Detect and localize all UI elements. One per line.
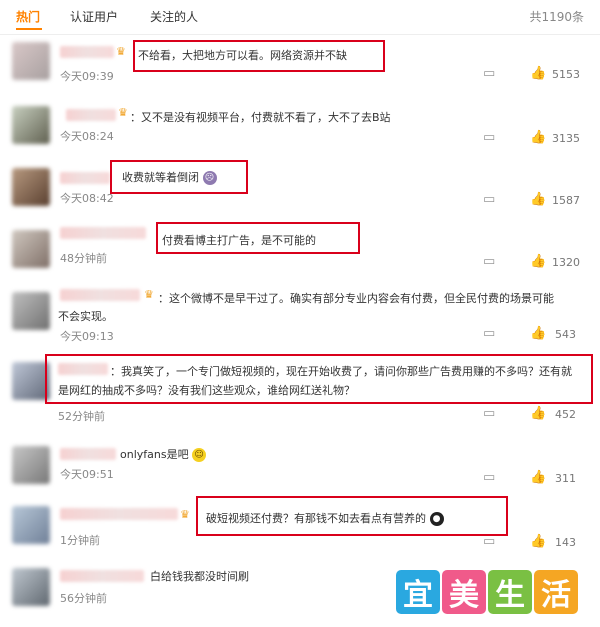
- highlight-box: [110, 160, 248, 194]
- like-count: 5153: [552, 68, 580, 81]
- comment-item: ♛ ：又不是没有视频平台，付费就不看了，大不了去B站 今天08:24 ▭ 👍 3…: [0, 100, 600, 160]
- comment-time: 今天08:42: [60, 192, 114, 205]
- comment-text: 白给钱我都没时间刷: [150, 570, 249, 583]
- username[interactable]: [66, 109, 116, 121]
- comment-item: onlyfans是吧 ☺ 今天09:51 ▭ 👍 311: [0, 440, 600, 500]
- like-count: 1320: [552, 256, 580, 269]
- like-count: 543: [555, 328, 576, 341]
- comment-item: ♛ ：这个微博不是早干过了。确实有部分专业内容会有付费，但全民付费的场景可能 不…: [0, 286, 600, 346]
- tab-hot-underline: [16, 28, 42, 30]
- reply-icon[interactable]: ▭: [483, 66, 495, 81]
- comment-time: 今天08:24: [60, 130, 114, 143]
- avatar[interactable]: [12, 168, 50, 206]
- watermark-logo: 宜 美 生 活: [396, 570, 578, 614]
- reply-icon[interactable]: ▭: [483, 326, 495, 341]
- like-icon[interactable]: 👍: [530, 326, 546, 341]
- username[interactable]: [60, 508, 178, 520]
- tab-hot[interactable]: 热门: [16, 8, 40, 25]
- like-icon[interactable]: 👍: [530, 254, 546, 269]
- avatar[interactable]: [12, 446, 50, 484]
- avatar[interactable]: [12, 292, 50, 330]
- comment-time: 48分钟前: [60, 252, 107, 265]
- comment-text: onlyfans是吧 ☺: [120, 446, 207, 462]
- vip-icon: ♛: [180, 508, 190, 521]
- highlight-box: [133, 40, 385, 72]
- comment-text-continued: 不会实现。: [58, 310, 113, 323]
- comment-item: 收费就等着倒闭 ☹ 今天08:42 ▭ 👍 1587: [0, 162, 600, 222]
- avatar[interactable]: [12, 568, 50, 606]
- like-count: 1587: [552, 194, 580, 207]
- avatar[interactable]: [12, 230, 50, 268]
- like-icon[interactable]: 👍: [530, 130, 546, 145]
- watermark-char: 活: [534, 570, 578, 614]
- like-count: 452: [555, 408, 576, 421]
- vip-icon: ♛: [118, 106, 128, 119]
- reply-icon[interactable]: ▭: [483, 470, 495, 485]
- like-icon[interactable]: 👍: [530, 534, 546, 549]
- highlight-box: [196, 496, 508, 536]
- like-icon[interactable]: 👍: [530, 192, 546, 207]
- vip-icon: ♛: [116, 45, 126, 58]
- avatar[interactable]: [12, 42, 50, 80]
- tab-following[interactable]: 关注的人: [150, 8, 198, 25]
- like-icon[interactable]: 👍: [530, 66, 546, 81]
- username[interactable]: [60, 227, 146, 239]
- reply-icon[interactable]: ▭: [483, 534, 495, 549]
- comment-time: 今天09:13: [60, 330, 114, 343]
- comment-tabs: 热门 认证用户 关注的人 共1190条: [0, 0, 600, 35]
- comment-text: ：又不是没有视频平台，付费就不看了，大不了去B站: [130, 111, 391, 124]
- comment-time: 52分钟前: [58, 410, 105, 423]
- username[interactable]: [60, 289, 140, 301]
- watermark-char: 生: [488, 570, 532, 614]
- comment-count: 共1190条: [529, 10, 584, 24]
- comment-time: 56分钟前: [60, 592, 107, 605]
- username[interactable]: [60, 570, 144, 582]
- vip-icon: ♛: [144, 288, 154, 301]
- highlight-box: [45, 354, 593, 404]
- comment-time: 1分钟前: [60, 534, 100, 547]
- reply-icon[interactable]: ▭: [483, 192, 495, 207]
- watermark-char: 宜: [396, 570, 440, 614]
- like-count: 3135: [552, 132, 580, 145]
- reply-icon[interactable]: ▭: [483, 130, 495, 145]
- comment-time: 今天09:39: [60, 70, 114, 83]
- username[interactable]: [60, 172, 110, 184]
- like-icon[interactable]: 👍: [530, 406, 546, 421]
- comment-text: ：这个微博不是早干过了。确实有部分专业内容会有付费，但全民付费的场景可能: [158, 292, 554, 305]
- reply-icon[interactable]: ▭: [483, 254, 495, 269]
- smile-emoji-icon: ☺: [192, 448, 207, 462]
- avatar[interactable]: [12, 106, 50, 144]
- highlight-box: [156, 222, 360, 254]
- username[interactable]: [60, 46, 114, 58]
- reply-icon[interactable]: ▭: [483, 406, 495, 421]
- avatar[interactable]: [12, 506, 50, 544]
- like-icon[interactable]: 👍: [530, 470, 546, 485]
- like-count: 311: [555, 472, 576, 485]
- tab-verified-users[interactable]: 认证用户: [70, 8, 118, 25]
- username[interactable]: [60, 448, 116, 460]
- watermark-char: 美: [442, 570, 486, 614]
- like-count: 143: [555, 536, 576, 549]
- comment-time: 今天09:51: [60, 468, 114, 481]
